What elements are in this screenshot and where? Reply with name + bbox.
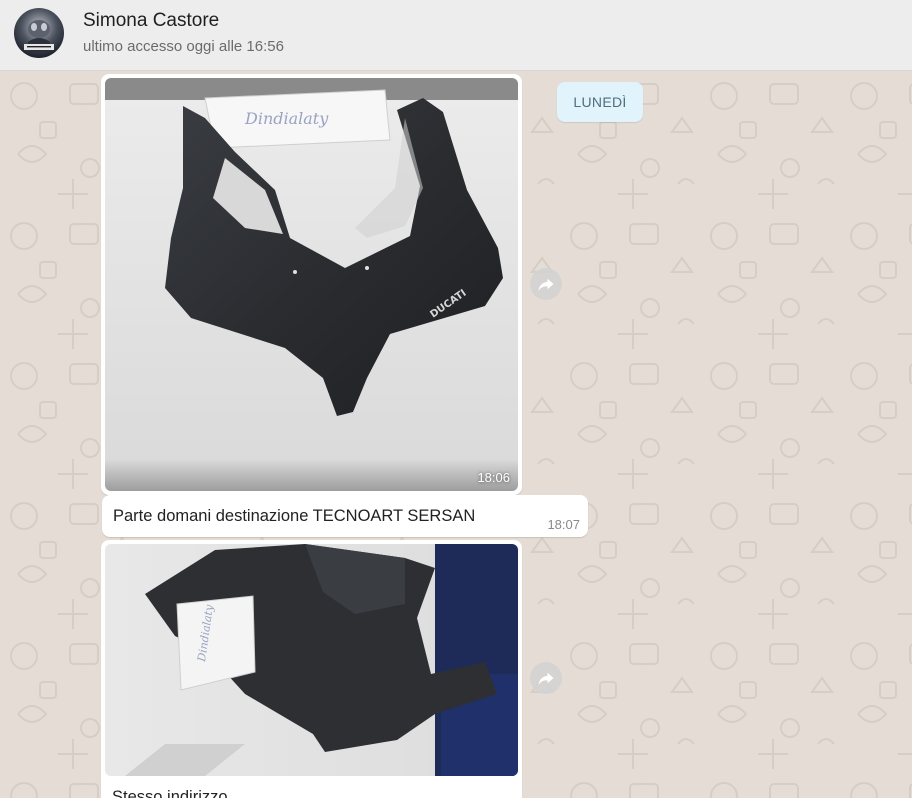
forward-button[interactable] bbox=[530, 268, 562, 300]
photo-message[interactable]: Dindialaty DUCATI 18:06 bbox=[101, 74, 522, 495]
photo-caption: Stesso indirizzo bbox=[112, 788, 228, 798]
day-separator: LUNEDÌ bbox=[557, 82, 643, 122]
forward-icon bbox=[538, 672, 554, 685]
text-message[interactable]: Parte domani destinazione TECNOART SERSA… bbox=[102, 495, 588, 537]
contact-status: ultimo accesso oggi alle 16:56 bbox=[83, 38, 284, 55]
message-time: 18:07 bbox=[547, 517, 580, 532]
fairing-photo-image: Dindialaty DUCATI bbox=[105, 78, 518, 491]
side-fairing-photo-image: Dindialaty bbox=[105, 544, 518, 776]
photo-message[interactable]: Dindialaty Stesso indirizzo bbox=[101, 540, 522, 798]
avatar[interactable] bbox=[14, 8, 64, 58]
photo-side-fairing[interactable]: Dindialaty bbox=[105, 544, 518, 776]
chat-header[interactable]: Simona Castore ultimo accesso oggi alle … bbox=[0, 0, 912, 71]
photo-shade bbox=[105, 459, 518, 491]
photo-front-fairing[interactable]: Dindialaty DUCATI 18:06 bbox=[105, 78, 518, 491]
message-time: 18:06 bbox=[477, 470, 510, 485]
contact-name[interactable]: Simona Castore bbox=[83, 10, 219, 32]
chat-panel[interactable]: LUNEDÌ Dindialaty DUCATI 18:06 Parte dom… bbox=[0, 72, 912, 798]
message-text: Parte domani destinazione TECNOART SERSA… bbox=[113, 507, 476, 525]
paper-note-1: Dindialaty bbox=[244, 109, 329, 128]
forward-button[interactable] bbox=[530, 662, 562, 694]
forward-icon bbox=[538, 278, 554, 291]
avatar-image bbox=[24, 20, 54, 52]
